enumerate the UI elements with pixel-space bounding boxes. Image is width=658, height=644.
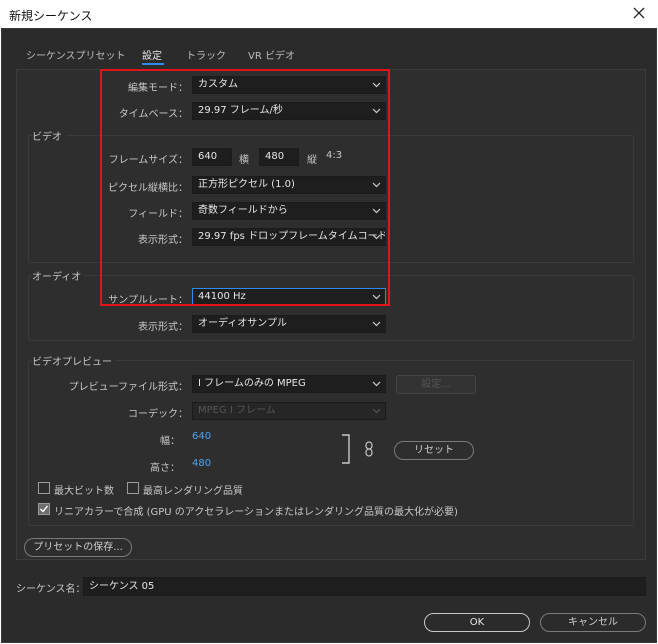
timebase-label: タイムベース：	[118, 109, 188, 120]
width-label: 横	[239, 155, 249, 166]
pixel-aspect-label: ピクセル縦横比：	[108, 183, 188, 194]
audio-display-format-label: 表示形式：	[138, 322, 188, 333]
save-preset-button[interactable]: プリセットの保存...	[24, 538, 132, 557]
chevron-down-icon	[372, 82, 381, 88]
sample-rate-value: 44100 Hz	[198, 291, 246, 302]
audio-display-format-value: オーディオサンプル	[198, 318, 287, 329]
video-display-format-label: 表示形式：	[138, 235, 188, 246]
tab-sequence-presets[interactable]: シーケンスプリセット	[26, 47, 126, 62]
bracket-icon	[342, 434, 350, 464]
tab-vr-video[interactable]: VR ビデオ	[248, 47, 295, 62]
chevron-down-icon	[372, 108, 381, 114]
video-group-label: ビデオ	[32, 128, 66, 143]
active-tab-indicator	[142, 63, 164, 65]
linear-color-label: リニアカラーで合成 (GPU のアクセラレーションまたはレンダリング品質の最大化…	[54, 507, 458, 518]
editing-mode-dropdown[interactable]: カスタム	[192, 76, 386, 94]
editing-mode-value: カスタム	[198, 79, 238, 90]
fields-value: 奇数フィールドから	[198, 205, 288, 216]
max-bit-depth-label: 最大ビット数	[54, 486, 114, 497]
editing-mode-label: 編集モード：	[128, 83, 188, 94]
chevron-down-icon	[372, 408, 381, 414]
frame-size-label: フレームサイズ：	[108, 155, 188, 166]
preview-width-label: 幅：	[160, 436, 180, 447]
tab-settings[interactable]: 設定	[142, 47, 162, 62]
timebase-value: 29.97 フレーム/秒	[198, 105, 283, 116]
reset-button[interactable]: リセット	[394, 441, 474, 460]
pixel-aspect-dropdown[interactable]: 正方形ピクセル (1.0)	[192, 176, 386, 194]
codec-value: MPEG I フレーム	[198, 405, 276, 416]
height-label: 縦	[307, 155, 317, 166]
sequence-name-label: シーケンス名：	[16, 584, 86, 595]
tab-tracks[interactable]: トラック	[186, 47, 226, 62]
ok-button[interactable]: OK	[424, 613, 530, 632]
preview-settings-button[interactable]: 設定...	[396, 375, 476, 394]
link-icon[interactable]	[364, 441, 374, 457]
new-sequence-dialog: シーケンスプリセット 設定 トラック VR ビデオ 編集モード： カスタム タイ…	[1, 28, 657, 643]
fields-dropdown[interactable]: 奇数フィールドから	[192, 202, 386, 220]
max-bit-depth-checkbox[interactable]	[38, 482, 50, 494]
chevron-down-icon	[372, 321, 381, 327]
video-display-format-dropdown[interactable]: 29.97 fps ドロップフレームタイムコード	[192, 228, 386, 246]
title-bar: 新規シーケンス	[0, 0, 658, 28]
aspect-ratio-text: 4:3	[326, 150, 343, 161]
chevron-down-icon	[372, 294, 381, 300]
frame-width-field[interactable]: 640	[192, 148, 232, 166]
audio-display-format-dropdown[interactable]: オーディオサンプル	[192, 315, 386, 333]
window-title: 新規シーケンス	[9, 9, 93, 23]
cancel-button[interactable]: キャンセル	[540, 613, 646, 632]
preview-height-label: 高さ：	[150, 463, 180, 474]
fields-label: フィールド：	[128, 209, 188, 220]
sequence-name-field[interactable]: シーケンス 05	[83, 577, 646, 596]
chevron-down-icon	[372, 208, 381, 214]
preview-file-format-value: I フレームのみの MPEG	[198, 378, 306, 389]
frame-height-field[interactable]: 480	[259, 148, 299, 166]
chevron-down-icon	[372, 381, 381, 387]
sample-rate-label: サンプルレート：	[108, 295, 188, 306]
preview-height-value[interactable]: 480	[192, 458, 211, 469]
preview-width-value[interactable]: 640	[192, 431, 211, 442]
linear-color-checkbox[interactable]	[38, 503, 50, 515]
max-render-quality-label: 最高レンダリング品質	[143, 486, 243, 497]
codec-label: コーデック：	[128, 409, 188, 420]
audio-group-label: オーディオ	[32, 268, 86, 283]
preview-file-format-label: プレビューファイル形式：	[68, 382, 188, 393]
pixel-aspect-value: 正方形ピクセル (1.0)	[198, 179, 295, 190]
codec-dropdown[interactable]: MPEG I フレーム	[192, 402, 386, 420]
close-icon[interactable]	[630, 4, 648, 22]
chevron-down-icon	[372, 182, 381, 188]
checkmark-icon	[40, 505, 49, 513]
preview-file-format-dropdown[interactable]: I フレームのみの MPEG	[192, 375, 386, 393]
video-preview-group-label: ビデオプレビュー	[32, 353, 116, 368]
sample-rate-dropdown[interactable]: 44100 Hz	[192, 288, 386, 306]
timebase-dropdown[interactable]: 29.97 フレーム/秒	[192, 102, 386, 120]
video-display-format-value: 29.97 fps ドロップフレームタイムコード	[198, 231, 386, 242]
chevron-down-icon	[372, 234, 381, 240]
max-render-quality-checkbox[interactable]	[127, 482, 139, 494]
